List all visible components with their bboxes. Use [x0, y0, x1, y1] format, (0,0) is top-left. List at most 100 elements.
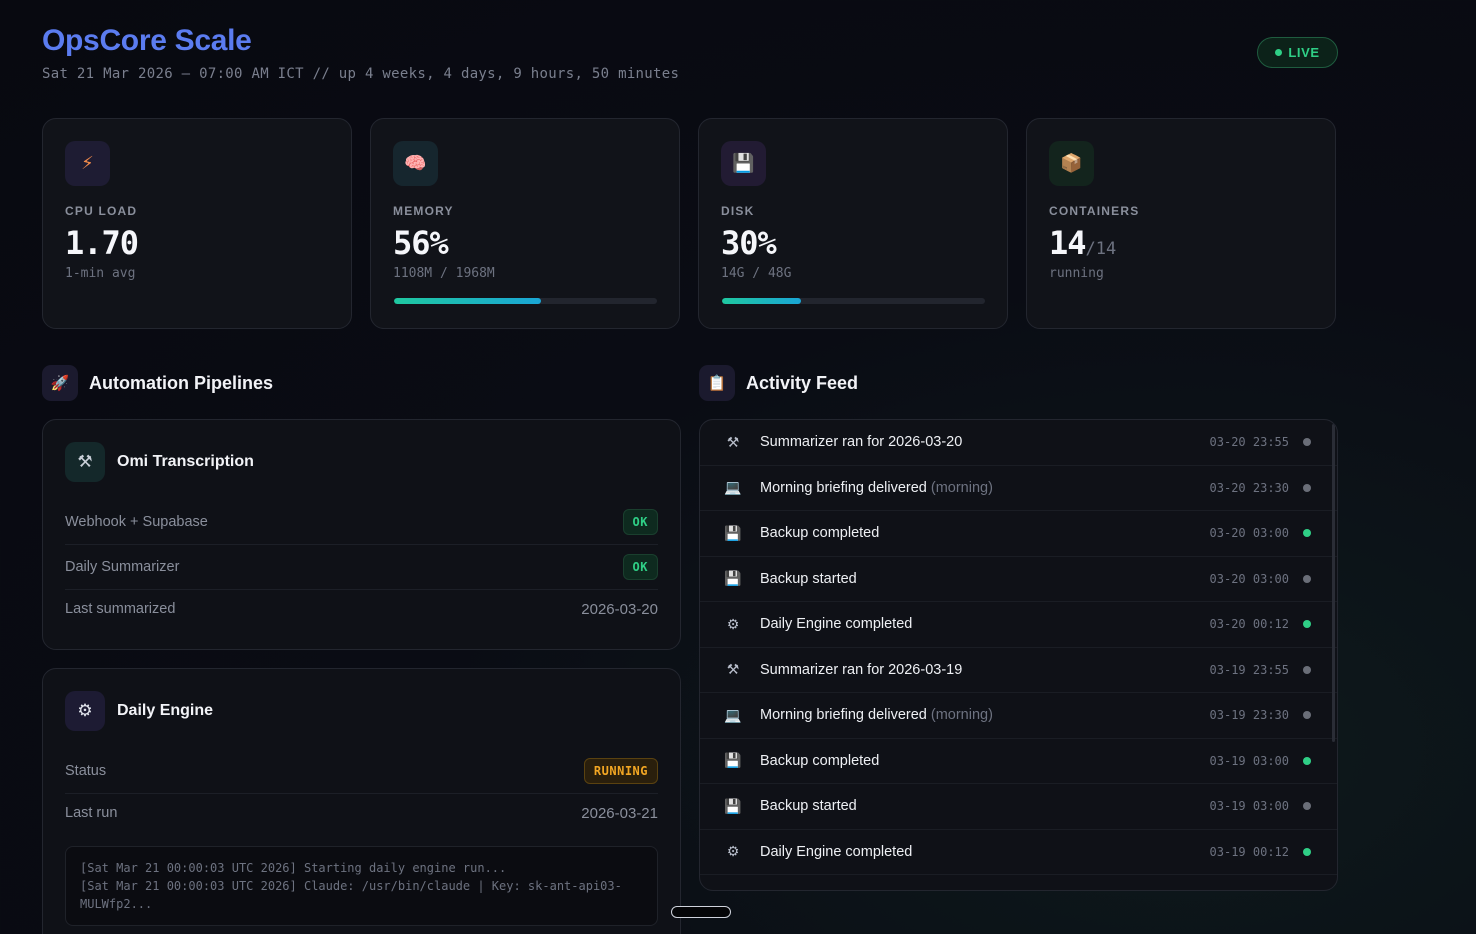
feed-message: Summarizer ran for 2026-03-20 [760, 434, 963, 451]
feed-item[interactable]: ⚒ Summarizer ran for 2026-03-19 03-19 23:… [700, 648, 1337, 693]
status-dot-icon [1303, 756, 1311, 765]
memory-progress-bar [394, 298, 657, 304]
cpu-value: 1.70 [65, 224, 139, 262]
feed-timestamp: 03-19 23:55 [1209, 662, 1289, 677]
row-label: Daily Summarizer [65, 559, 180, 575]
engine-row-status: Status RUNNING [65, 749, 658, 794]
feed-timestamp: 03-20 23:30 [1209, 480, 1289, 495]
feed-text: Morning briefing delivered (morning) [760, 707, 1210, 723]
page-header: OpsCore Scale Sat 21 Mar 2026 — 07:00 AM… [42, 24, 1338, 84]
feed-message: Summarizer ran for 2026-03-19 [760, 661, 963, 678]
resize-handle[interactable] [671, 906, 731, 918]
containers-value: 14/14 [1049, 224, 1313, 262]
feed-text: Morning briefing delivered (morning) [760, 480, 1210, 496]
live-label: LIVE [1288, 45, 1320, 60]
floppy-disk-icon: 💾 [724, 524, 742, 541]
cpu-card: ⚡ CPU LOAD 1.70 1-min avg [42, 118, 352, 329]
rocket-icon: 🚀 [42, 365, 78, 401]
status-dot-icon [1303, 665, 1311, 674]
containers-total: /14 [1085, 239, 1117, 259]
app-title: OpsCore Scale [42, 24, 252, 57]
status-badge: OK [622, 554, 658, 580]
feed-message: Backup started [760, 798, 857, 815]
feed-text: Backup started [760, 798, 1210, 814]
feed-timestamp: 03-19 03:00 [1209, 799, 1289, 814]
feed-item[interactable]: 💾 Backup completed 03-20 03:00 [700, 511, 1337, 557]
brain-icon: 🧠 [393, 141, 438, 186]
cpu-label: CPU LOAD [65, 204, 138, 218]
gear-icon: ⚙ [726, 615, 740, 632]
containers-card: 📦 CONTAINERS 14/14 running [1026, 118, 1336, 329]
activity-feed[interactable]: ⚒ Summarizer ran for 2026-03-20 03-20 23:… [699, 419, 1338, 891]
feed-item[interactable]: ⚒ Summarizer ran for 2026-03-20 03-20 23:… [700, 420, 1337, 466]
containers-label: CONTAINERS [1049, 204, 1140, 218]
pickaxe-icon: ⚒ [726, 433, 740, 450]
floppy-disk-icon: 💾 [724, 797, 742, 814]
feed-text: Backup completed [760, 753, 1210, 769]
engine-header: ⚙ Daily Engine [65, 691, 658, 731]
feed-detail: (morning) [930, 479, 993, 496]
pickaxe-icon: ⚒ [726, 661, 740, 678]
feed-item[interactable]: 💾 Backup completed 03-19 03:00 [700, 739, 1337, 784]
feed-text: Summarizer ran for 2026-03-20 [760, 434, 1210, 450]
feed-timestamp: 03-20 03:00 [1209, 526, 1289, 541]
memory-sub: 1108M / 1968M [393, 266, 495, 281]
feed-detail: (morning) [930, 707, 993, 724]
engine-log: [Sat Mar 21 00:00:03 UTC 2026] Starting … [65, 846, 658, 926]
feed-scrollbar[interactable] [1332, 424, 1335, 742]
feed-timestamp: 03-19 03:00 [1209, 753, 1289, 768]
row-value: 2026-03-21 [581, 804, 658, 822]
feed-text: Summarizer ran for 2026-03-19 [760, 662, 1210, 678]
feed-timestamp: 03-20 00:12 [1209, 617, 1289, 632]
omi-transcription-panel: ⚒ Omi Transcription Webhook + Supabase O… [42, 419, 681, 650]
feed-item[interactable]: 💻 Morning briefing delivered (morning) 03-… [700, 466, 1337, 511]
log-line: [Sat Mar 21 00:00:03 UTC 2026] Starting … [80, 861, 507, 875]
row-label: Last summarized [65, 601, 176, 617]
feed-message: Backup completed [760, 752, 880, 769]
feed-item[interactable]: ⚙ Daily Engine completed 03-19 00:12 [700, 830, 1337, 875]
activity-title: Activity Feed [746, 372, 859, 393]
status-dot-icon [1303, 529, 1311, 538]
feed-item[interactable]: 💾 Backup started 03-19 03:00 [700, 784, 1337, 830]
feed-message: Daily Engine completed [760, 843, 913, 860]
row-value: 2026-03-20 [581, 600, 658, 618]
disk-label: DISK [721, 204, 755, 218]
memory-value: 56% [393, 224, 449, 262]
engine-row-last-run: Last run 2026-03-21 [65, 794, 658, 832]
feed-message: Morning briefing delivered [760, 479, 927, 496]
feed-item[interactable]: 💻 Morning briefing delivered (morning) 03-… [700, 693, 1337, 739]
omi-row-summarizer: Daily Summarizer OK [65, 545, 658, 590]
feed-message: Morning briefing delivered [760, 707, 927, 724]
metric-cards: ⚡ CPU LOAD 1.70 1-min avg 🧠 MEMORY 56% 1… [42, 118, 1338, 329]
status-dot-icon [1303, 847, 1311, 856]
laptop-icon: 💻 [724, 706, 742, 723]
memory-progress-fill [394, 298, 542, 304]
feed-message: Backup started [760, 570, 857, 587]
floppy-disk-icon: 💾 [724, 752, 742, 769]
row-label: Status [65, 763, 107, 779]
pickaxe-icon: ⚒ [65, 442, 105, 482]
containers-sub: running [1049, 266, 1104, 281]
cpu-sub: 1-min avg [65, 266, 136, 281]
live-status-badge: LIVE [1257, 37, 1338, 68]
memory-label: MEMORY [393, 204, 454, 218]
feed-message: Daily Engine completed [760, 616, 913, 633]
disk-progress-bar [722, 298, 985, 304]
daily-engine-panel: ⚙ Daily Engine Status RUNNING Last run 2… [42, 668, 681, 934]
feed-text: Backup started [760, 571, 1210, 587]
activity-list: ⚒ Summarizer ran for 2026-03-20 03-20 23:… [700, 420, 1337, 875]
status-badge: RUNNING [583, 758, 658, 784]
gear-icon: ⚙ [65, 691, 105, 731]
feed-timestamp: 03-20 03:00 [1209, 571, 1289, 586]
status-dot-icon [1303, 802, 1311, 811]
disk-sub: 14G / 48G [721, 266, 792, 281]
activity-section-header: 📋 Activity Feed [699, 365, 858, 401]
lightning-icon: ⚡ [65, 141, 110, 186]
status-dot-icon [1303, 620, 1311, 629]
disk-card: 💾 DISK 30% 14G / 48G [698, 118, 1008, 329]
feed-item[interactable]: ⚙ Daily Engine completed 03-20 00:12 [700, 602, 1337, 648]
feed-text: Daily Engine completed [760, 616, 1210, 632]
feed-item[interactable]: 💾 Backup started 03-20 03:00 [700, 557, 1337, 602]
disk-progress-fill [722, 298, 801, 304]
engine-name: Daily Engine [117, 702, 214, 719]
